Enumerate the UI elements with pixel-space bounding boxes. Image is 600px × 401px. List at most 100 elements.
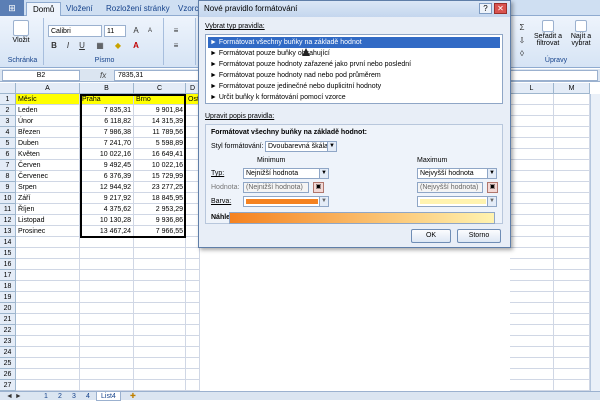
table-cell[interactable]	[80, 281, 134, 292]
table-cell[interactable]: 11 789,56	[134, 127, 186, 138]
table-cell[interactable]	[134, 259, 186, 270]
table-cell[interactable]	[554, 204, 590, 215]
help-icon[interactable]: ?	[479, 3, 492, 14]
table-cell[interactable]	[510, 248, 554, 259]
table-cell[interactable]	[16, 358, 80, 369]
min-color-picker[interactable]: ▼	[243, 196, 329, 207]
table-cell[interactable]	[134, 237, 186, 248]
table-cell[interactable]	[510, 369, 554, 380]
row-header[interactable]: 27	[0, 380, 16, 391]
table-cell[interactable]: Prosinec	[16, 226, 80, 237]
max-color-picker[interactable]: ▼	[417, 196, 497, 207]
table-cell[interactable]: Duben	[16, 138, 80, 149]
table-cell[interactable]	[80, 303, 134, 314]
table-cell[interactable]: 9 217,92	[80, 193, 134, 204]
row-header[interactable]: 8	[0, 171, 16, 182]
cancel-button[interactable]: Storno	[457, 229, 501, 243]
table-cell[interactable]	[134, 314, 186, 325]
table-cell[interactable]	[186, 292, 200, 303]
table-cell[interactable]	[554, 358, 590, 369]
table-cell[interactable]	[16, 369, 80, 380]
paste-button[interactable]: Vložit	[6, 20, 36, 44]
table-cell[interactable]: 18 845,95	[134, 193, 186, 204]
row-header[interactable]: 25	[0, 358, 16, 369]
vertical-scrollbar[interactable]	[590, 94, 600, 391]
column-header[interactable]: M	[554, 83, 590, 94]
row-header[interactable]: 9	[0, 182, 16, 193]
borders-icon[interactable]: ▦	[94, 40, 106, 52]
table-cell[interactable]	[16, 303, 80, 314]
table-cell[interactable]	[186, 303, 200, 314]
table-cell[interactable]	[16, 314, 80, 325]
table-cell[interactable]	[134, 369, 186, 380]
table-cell[interactable]	[510, 182, 554, 193]
table-cell[interactable]	[186, 270, 200, 281]
table-cell[interactable]	[186, 358, 200, 369]
row-header[interactable]: 13	[0, 226, 16, 237]
table-cell[interactable]	[80, 292, 134, 303]
table-cell[interactable]	[186, 369, 200, 380]
table-cell[interactable]	[554, 116, 590, 127]
table-cell[interactable]	[134, 281, 186, 292]
table-cell[interactable]	[186, 380, 200, 391]
style-dropdown[interactable]: Dvoubarevná škála ▼	[265, 141, 337, 152]
align-top-icon[interactable]: ≡	[170, 25, 182, 37]
name-box[interactable]: B2	[2, 70, 80, 81]
table-cell[interactable]	[16, 292, 80, 303]
table-cell[interactable]	[554, 314, 590, 325]
table-cell[interactable]: 23 277,25	[134, 182, 186, 193]
table-cell[interactable]	[134, 358, 186, 369]
table-cell[interactable]	[510, 270, 554, 281]
table-cell[interactable]: 16 649,41	[134, 149, 186, 160]
table-cell[interactable]	[554, 105, 590, 116]
table-cell[interactable]	[554, 160, 590, 171]
table-cell[interactable]	[510, 325, 554, 336]
table-cell[interactable]: Září	[16, 193, 80, 204]
table-cell[interactable]	[80, 369, 134, 380]
tab-home[interactable]: Domů	[26, 2, 62, 16]
header-cell[interactable]: Praha	[80, 94, 134, 105]
row-header[interactable]: 18	[0, 281, 16, 292]
table-cell[interactable]: 9 901,84	[134, 105, 186, 116]
table-cell[interactable]	[554, 292, 590, 303]
fill-color-icon[interactable]: ◆	[112, 40, 124, 52]
table-cell[interactable]: Květen	[16, 149, 80, 160]
table-cell[interactable]: 2 953,29	[134, 204, 186, 215]
sort-filter-button[interactable]: Seřadit a filtrovat	[532, 20, 564, 47]
table-cell[interactable]: 12 944,92	[80, 182, 134, 193]
table-cell[interactable]: 10 022,16	[134, 160, 186, 171]
table-cell[interactable]	[186, 259, 200, 270]
office-button[interactable]: ⊞	[0, 0, 24, 16]
fx-icon[interactable]: fx	[100, 69, 106, 82]
table-cell[interactable]	[80, 237, 134, 248]
row-header[interactable]: 14	[0, 237, 16, 248]
table-cell[interactable]: 4 375,62	[80, 204, 134, 215]
table-cell[interactable]: Červenec	[16, 171, 80, 182]
bold-button[interactable]: B	[48, 40, 60, 52]
table-cell[interactable]	[16, 237, 80, 248]
row-header[interactable]: 12	[0, 215, 16, 226]
table-cell[interactable]	[134, 380, 186, 391]
table-cell[interactable]: 7 986,38	[80, 127, 134, 138]
fill-icon[interactable]: ⇩	[516, 35, 528, 47]
table-cell[interactable]	[134, 248, 186, 259]
table-cell[interactable]: 13 467,24	[80, 226, 134, 237]
table-cell[interactable]	[134, 270, 186, 281]
table-cell[interactable]	[554, 259, 590, 270]
table-cell[interactable]	[134, 347, 186, 358]
table-cell[interactable]	[510, 303, 554, 314]
row-header[interactable]: 10	[0, 193, 16, 204]
row-header[interactable]: 1	[0, 94, 16, 105]
italic-button[interactable]: I	[62, 40, 74, 52]
table-cell[interactable]	[80, 259, 134, 270]
find-select-button[interactable]: Najít a vybrat	[566, 20, 596, 47]
table-cell[interactable]	[80, 270, 134, 281]
row-header[interactable]: 3	[0, 116, 16, 127]
table-cell[interactable]	[510, 314, 554, 325]
table-cell[interactable]: 10 130,28	[80, 215, 134, 226]
table-cell[interactable]	[510, 292, 554, 303]
table-cell[interactable]	[554, 171, 590, 182]
table-cell[interactable]: 7 241,70	[80, 138, 134, 149]
min-type-dropdown[interactable]: Nejnižší hodnota ▼	[243, 168, 329, 179]
table-cell[interactable]	[510, 336, 554, 347]
